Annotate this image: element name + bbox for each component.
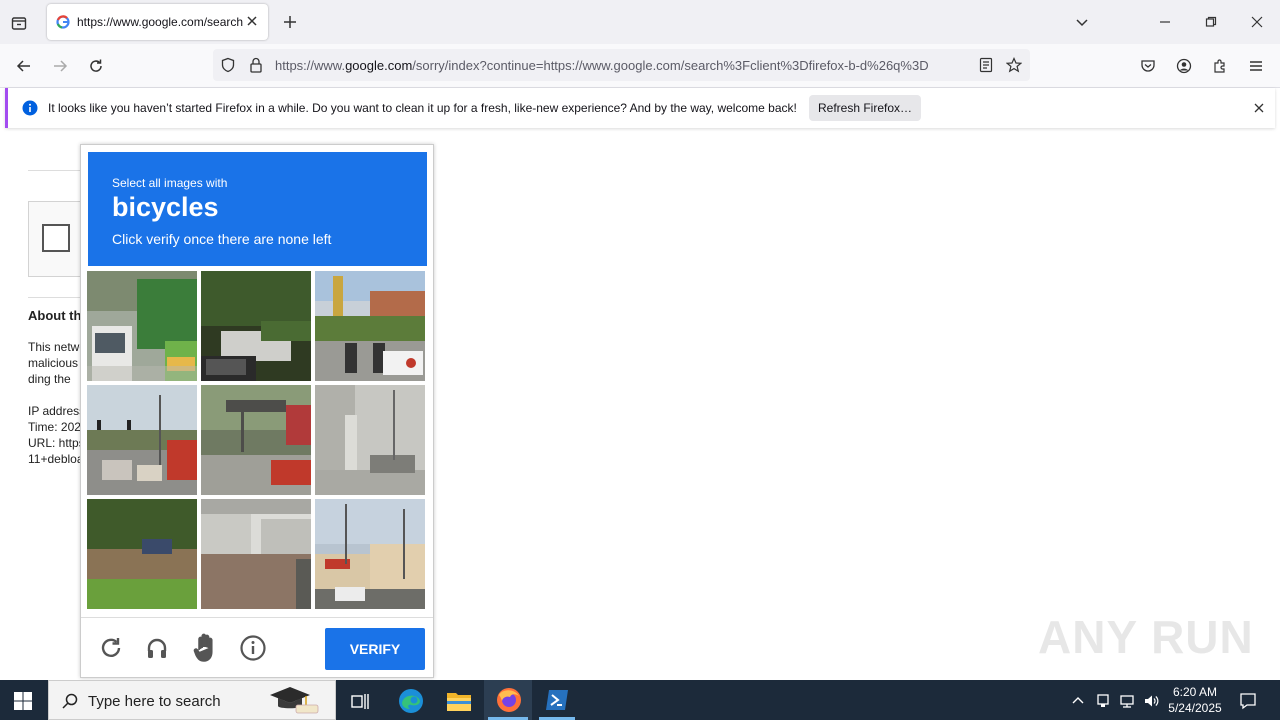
captcha-tile-3[interactable] <box>315 271 425 381</box>
pocket-icon[interactable] <box>1137 55 1159 77</box>
tab-list-icon[interactable] <box>8 12 30 34</box>
clock-date: 5/24/2025 <box>1168 701 1222 715</box>
page-text-line: URL: https <box>28 436 80 450</box>
volume-icon[interactable] <box>1141 691 1161 711</box>
extensions-icon[interactable] <box>1209 55 1231 77</box>
refresh-firefox-button[interactable]: Refresh Firefox… <box>809 95 921 121</box>
bookmark-star-icon[interactable] <box>1005 56 1023 74</box>
reload-challenge-icon[interactable] <box>97 634 125 662</box>
restore-icon[interactable] <box>1201 12 1221 32</box>
browser-tab[interactable]: https://www.google.com/search <box>47 4 268 40</box>
page-text-line: 11+debloat <box>28 452 80 466</box>
taskbar-search-box[interactable]: Type here to search <box>48 680 336 720</box>
recaptcha-box <box>28 201 80 277</box>
captcha-tile-9[interactable] <box>315 499 425 609</box>
captcha-challenge: Select all images with bicycles Click ve… <box>80 144 434 678</box>
captcha-tile-7[interactable] <box>87 499 197 609</box>
hand-icon[interactable] <box>191 632 221 664</box>
verify-button[interactable]: VERIFY <box>325 628 425 670</box>
minimize-icon[interactable] <box>1155 12 1175 32</box>
show-hidden-icons-chevron-icon[interactable] <box>1068 691 1088 711</box>
powershell-icon <box>544 687 570 713</box>
page-text-line: malicious <box>28 356 79 370</box>
captcha-tile-4[interactable] <box>87 385 197 495</box>
close-tab-icon[interactable] <box>244 13 260 29</box>
url-domain: google.com <box>345 58 413 73</box>
navigation-toolbar: https://www.google.com/sorry/index?conti… <box>0 44 1280 88</box>
page-heading: About this page <box>28 308 80 323</box>
tab-title: https://www.google.com/search <box>77 15 244 29</box>
captcha-hint: Click verify once there are none left <box>112 231 332 247</box>
audio-challenge-headphones-icon[interactable] <box>143 634 171 662</box>
back-arrow-icon[interactable] <box>13 55 35 77</box>
menu-hamburger-icon[interactable] <box>1245 55 1267 77</box>
divider <box>28 170 80 171</box>
new-tab-icon[interactable] <box>280 12 300 32</box>
graduation-cap-icon <box>265 684 323 718</box>
address-bar[interactable]: https://www.google.com/sorry/index?conti… <box>213 49 1030 81</box>
page-text-line: This network <box>28 340 80 354</box>
url-text[interactable]: https://www.google.com/sorry/index?conti… <box>275 58 975 73</box>
account-icon[interactable] <box>1173 55 1195 77</box>
search-placeholder: Type here to search <box>88 693 221 710</box>
windows-taskbar: Type here to search 6:20 AM 5/24/2025 <box>0 680 1280 720</box>
windows-start-icon[interactable] <box>12 690 34 712</box>
notifications-icon[interactable] <box>1237 690 1259 712</box>
url-path: /sorry/index?continue=https://www.google… <box>412 58 929 73</box>
captcha-tile-8[interactable] <box>201 499 311 609</box>
close-notification-icon[interactable] <box>1251 100 1267 116</box>
captcha-tile-1[interactable] <box>87 271 197 381</box>
divider <box>28 297 80 298</box>
system-clock[interactable]: 6:20 AM 5/24/2025 <box>1166 684 1224 716</box>
notification-bar: It looks like you haven’t started Firefo… <box>5 88 1275 128</box>
firefox-icon <box>495 686 523 714</box>
watermark-logo: ANY RUN <box>1038 611 1254 663</box>
info-icon <box>22 100 38 116</box>
page-text-line: IP address <box>28 404 80 418</box>
file-explorer-icon[interactable] <box>445 687 473 715</box>
google-favicon-icon <box>56 15 70 29</box>
task-view-icon[interactable] <box>348 689 372 713</box>
lock-icon[interactable] <box>247 56 265 74</box>
network-icon[interactable] <box>1117 691 1137 711</box>
reader-view-icon[interactable] <box>977 56 995 74</box>
url-prefix: https://www. <box>275 58 346 73</box>
page-text-line: Time: 2025 <box>28 420 80 434</box>
page-text-line: ding the <box>28 372 71 386</box>
captcha-header: Select all images with bicycles Click ve… <box>88 152 427 266</box>
notification-message: It looks like you haven’t started Firefo… <box>48 101 797 115</box>
info-circle-icon[interactable] <box>239 634 267 662</box>
close-window-icon[interactable] <box>1247 12 1267 32</box>
captcha-footer: VERIFY <box>81 617 433 677</box>
captcha-tile-5[interactable] <box>201 385 311 495</box>
captcha-subtitle: Select all images with <box>112 176 228 190</box>
forward-arrow-icon[interactable] <box>49 55 71 77</box>
captcha-keyword: bicycles <box>112 192 219 222</box>
reload-icon[interactable] <box>85 55 107 77</box>
firefox-taskbar-button[interactable] <box>484 680 532 720</box>
powershell-taskbar-button[interactable] <box>535 680 579 720</box>
edge-browser-icon[interactable] <box>397 687 425 715</box>
device-icon[interactable] <box>1093 691 1113 711</box>
tracking-protection-shield-icon[interactable] <box>219 56 237 74</box>
search-icon <box>61 692 79 710</box>
captcha-tile-2[interactable] <box>201 271 311 381</box>
tab-overflow-chevron-icon[interactable] <box>1072 12 1092 32</box>
tab-bar: https://www.google.com/search <box>0 0 1280 44</box>
recaptcha-checkbox[interactable] <box>42 224 70 252</box>
captcha-tile-6[interactable] <box>315 385 425 495</box>
clock-time: 6:20 AM <box>1172 685 1218 699</box>
